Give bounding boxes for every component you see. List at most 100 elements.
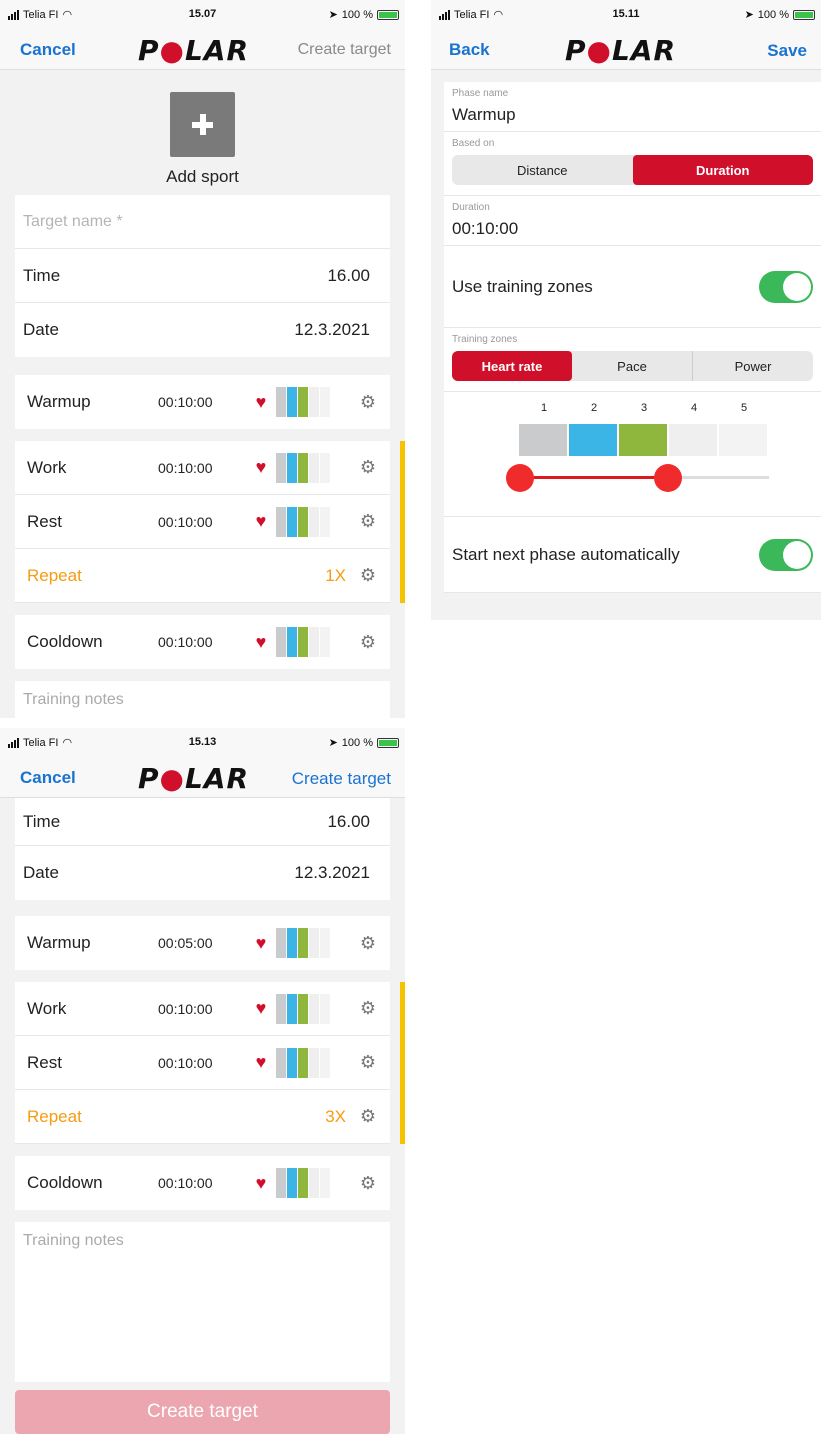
- screen-create-target-1: Telia FI ◠ 15.07 ➤ 100 % Cancel P●LAR Crea…: [0, 0, 405, 718]
- auto-next-phase-toggle[interactable]: [759, 538, 813, 571]
- nav-bar: Back P●LAR Save: [431, 30, 821, 70]
- zone-block-4: [669, 424, 717, 456]
- date-row[interactable]: Date 12.3.2021: [15, 846, 390, 900]
- zone-block-5: [719, 424, 767, 456]
- status-bar: Telia FI ◠ 15.11 ➤ 100 %: [431, 0, 821, 30]
- zone-range-picker: 1 2 3 4 5: [444, 392, 821, 517]
- battery-icon: [793, 9, 815, 20]
- zone-bar: [276, 627, 330, 657]
- create-target-nav-button[interactable]: Create target: [298, 41, 391, 59]
- duration-field[interactable]: Duration 00:10:00: [444, 196, 821, 246]
- gear-icon[interactable]: ⚙: [360, 1173, 376, 1194]
- heart-icon: ♥: [255, 1172, 267, 1193]
- zone-slider-min-handle[interactable]: [506, 464, 534, 492]
- segment-duration[interactable]: Duration: [632, 155, 813, 185]
- heart-icon: ♥: [255, 998, 267, 1018]
- battery-icon: [377, 737, 399, 748]
- target-info-card: Target name * Time 16.00 Date 12.3.2021: [15, 195, 390, 357]
- battery-percent: 100 %: [757, 8, 789, 21]
- phase-row-rest[interactable]: Rest 00:10:00 ♥ ⚙: [15, 495, 390, 549]
- gear-icon[interactable]: ⚙: [360, 933, 376, 954]
- zone-block-3: [619, 424, 667, 456]
- zone-number: 4: [690, 402, 698, 414]
- add-sport-button[interactable]: [170, 92, 235, 157]
- gear-icon[interactable]: ⚙: [360, 632, 376, 653]
- screen-create-target-2: Telia FI ◠ 15.13 ➤ 100 % Cancel P●LAR Crea…: [0, 728, 405, 1434]
- create-target-nav-button[interactable]: Create target: [292, 769, 391, 789]
- nav-bar: Cancel P●LAR Create target: [0, 758, 405, 798]
- training-zones-field: Training zones Heart rate Pace Power: [444, 328, 821, 392]
- zone-bar: [276, 1168, 330, 1198]
- status-bar: Telia FI ◠ 15.07 ➤ 100 %: [0, 0, 405, 30]
- training-notes-input[interactable]: Training notes: [15, 681, 390, 718]
- phase-row-warmup[interactable]: Warmup 00:10:00 ♥ ⚙: [15, 375, 390, 429]
- gear-icon[interactable]: ⚙: [360, 511, 376, 532]
- target-name-input[interactable]: Target name *: [15, 195, 390, 249]
- back-button[interactable]: Back: [449, 40, 490, 60]
- zone-type-segmented: Heart rate Pace Power: [452, 351, 813, 381]
- time-row[interactable]: Time 16.00: [15, 798, 390, 846]
- create-target-button[interactable]: Create target: [15, 1390, 390, 1434]
- date-row[interactable]: Date 12.3.2021: [15, 303, 390, 357]
- cancel-button[interactable]: Cancel: [20, 768, 76, 788]
- repeat-row[interactable]: Repeat 3X ⚙: [15, 1090, 390, 1144]
- save-button[interactable]: Save: [767, 41, 807, 61]
- heart-icon: ♥: [255, 932, 267, 953]
- polar-logo: P●LAR: [138, 34, 250, 67]
- heart-icon: ♥: [255, 1052, 267, 1072]
- phase-row-warmup[interactable]: Warmup 00:05:00 ♥ ⚙: [15, 916, 390, 970]
- cooldown-card: Cooldown 00:10:00 ♥ ⚙: [15, 615, 390, 669]
- zone-number: 1: [540, 402, 548, 414]
- phase-row-cooldown[interactable]: Cooldown 00:10:00 ♥ ⚙: [15, 1156, 390, 1210]
- segment-distance[interactable]: Distance: [452, 155, 633, 185]
- warmup-card: Warmup 00:10:00 ♥ ⚙: [15, 375, 390, 429]
- gear-icon[interactable]: ⚙: [360, 1052, 376, 1073]
- auto-next-phase-row: Start next phase automatically: [444, 517, 821, 593]
- battery-icon: [377, 9, 399, 20]
- gear-icon[interactable]: ⚙: [360, 457, 376, 478]
- battery-percent: 100 %: [341, 736, 373, 749]
- based-on-field: Based on Distance Duration: [444, 132, 821, 196]
- zone-slider-max-handle[interactable]: [654, 464, 682, 492]
- segment-heart-rate[interactable]: Heart rate: [452, 351, 572, 381]
- gear-icon[interactable]: ⚙: [360, 565, 376, 586]
- status-bar: Telia FI ◠ 15.13 ➤ 100 %: [0, 728, 405, 758]
- cancel-button[interactable]: Cancel: [20, 40, 76, 60]
- zone-block-2: [569, 424, 617, 456]
- nav-bar: Cancel P●LAR Create target: [0, 30, 405, 70]
- phase-row-work[interactable]: Work 00:10:00 ♥ ⚙: [15, 441, 390, 495]
- time-row[interactable]: Time 16.00: [15, 249, 390, 303]
- gear-icon[interactable]: ⚙: [360, 1106, 376, 1127]
- zone-number: 2: [590, 402, 598, 414]
- zone-bar: [276, 1047, 330, 1078]
- zone-bar: [276, 928, 330, 958]
- heart-icon: ♥: [255, 457, 267, 477]
- gear-icon[interactable]: ⚙: [360, 392, 376, 413]
- phase-row-rest[interactable]: Rest 00:10:00 ♥ ⚙: [15, 1036, 390, 1090]
- add-sport-label: Add sport: [166, 167, 239, 186]
- target-info-card: Time 16.00 Date 12.3.2021: [15, 798, 390, 900]
- use-training-zones-toggle[interactable]: [759, 270, 813, 303]
- repeat-bracket: [400, 982, 405, 1144]
- zone-bar: [276, 387, 330, 417]
- repeat-row[interactable]: Repeat 1X ⚙: [15, 549, 390, 603]
- heart-icon: ♥: [255, 511, 267, 531]
- segment-pace[interactable]: Pace: [572, 351, 692, 381]
- based-on-segmented: Distance Duration: [452, 155, 813, 185]
- phase-row-cooldown[interactable]: Cooldown 00:10:00 ♥ ⚙: [15, 615, 390, 669]
- zone-number: 3: [640, 402, 648, 414]
- phase-row-work[interactable]: Work 00:10:00 ♥ ⚙: [15, 982, 390, 1036]
- location-icon: ➤: [744, 9, 754, 21]
- battery-percent: 100 %: [341, 8, 373, 21]
- location-icon: ➤: [328, 9, 338, 21]
- phase-name-field[interactable]: Phase name Warmup: [444, 82, 821, 132]
- segment-power[interactable]: Power: [692, 351, 813, 381]
- gear-icon[interactable]: ⚙: [360, 998, 376, 1019]
- zone-bar: [276, 993, 330, 1024]
- zone-slider-fill: [519, 476, 667, 479]
- heart-icon: ♥: [255, 391, 267, 412]
- location-icon: ➤: [328, 737, 338, 749]
- warmup-card: Warmup 00:05:00 ♥ ⚙: [15, 916, 390, 970]
- training-notes-input[interactable]: Training notes: [15, 1222, 390, 1382]
- repeat-block-card: Work 00:10:00 ♥ ⚙ Rest 00:10:00 ♥ ⚙ Repe…: [15, 982, 405, 1144]
